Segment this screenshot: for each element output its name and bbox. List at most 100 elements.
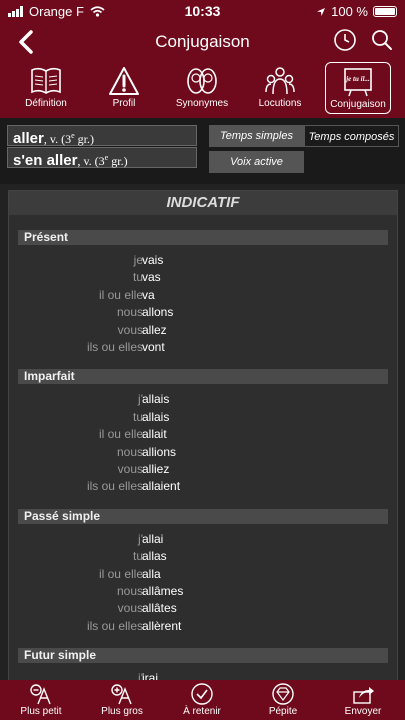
verb-info: , v. (3e gr.) [43, 131, 94, 146]
pronoun: nous [116, 584, 143, 598]
verb-form: vas [142, 270, 161, 285]
conjugation-row: tu vas [9, 269, 397, 286]
conjugation-row: il ou elle alla [9, 566, 397, 583]
tab-temps-simples[interactable]: Temps simples [209, 125, 304, 147]
blackboard-text: je tu il... [345, 75, 370, 83]
tab-label: Synonymes [175, 98, 229, 109]
pronoun: ils ou elles [86, 618, 143, 633]
verb-form: allions [142, 444, 177, 459]
pronoun: vous [117, 462, 143, 476]
check-circle-icon [191, 683, 213, 705]
pronoun: nous [116, 444, 143, 459]
bottom-toolbar: Plus petit Plus gros À retenir Pépite En… [0, 680, 405, 720]
pronoun: vous [117, 322, 143, 337]
conjugation-row: il ou elle va [9, 287, 397, 304]
twins-icon [187, 68, 217, 94]
tab-synonymes[interactable]: Synonymes [169, 62, 235, 114]
conjugation-row: ils ou elles vont [9, 339, 397, 356]
status-bar: Orange F 10:33 100 % [0, 0, 405, 22]
verb-form: allâtes [142, 601, 177, 616]
conjugation-row: j' allai [9, 531, 397, 548]
pronoun: il ou elle [98, 566, 143, 581]
voice-active-button[interactable]: Voix active [209, 151, 304, 173]
verb-form: irai [142, 671, 159, 680]
smaller-text-button[interactable]: Plus petit [1, 680, 81, 717]
verb-form: vont [142, 340, 165, 354]
toolbar-label: Pépite [268, 706, 298, 717]
conjugation-row: tu allas [9, 548, 397, 565]
tense-header: Passé simple [18, 508, 388, 524]
verb-entry[interactable]: aller, v. (3e gr.) [7, 125, 197, 147]
verb-form: vais [142, 253, 164, 267]
bigger-text-button[interactable]: Plus gros [82, 680, 162, 717]
verb-form: va [142, 287, 155, 302]
conjugation-row: il ou elle allait [9, 426, 397, 443]
verb-form: alliez [142, 462, 170, 476]
pronoun: ils ou elles [86, 479, 143, 494]
pronoun: vous [117, 601, 143, 616]
history-clock-icon[interactable] [333, 28, 357, 52]
title-bar: Conjugaison [0, 26, 405, 58]
toolbar-label: Envoyer [344, 706, 382, 717]
tab-profil[interactable]: Profil [91, 62, 157, 114]
verb-form: allèrent [142, 618, 182, 633]
battery-percent: 100 % [331, 4, 368, 19]
verb-form: allons [142, 305, 174, 320]
verb-form: alla [142, 566, 161, 581]
share-icon [353, 687, 374, 704]
tab-temps-composes[interactable]: Temps composés [304, 125, 399, 147]
verb-info: , v. (3e gr.) [77, 153, 128, 168]
group-icon [265, 67, 295, 95]
tab-label: Locutions [258, 98, 302, 109]
conjugation-row: tu allais [9, 409, 397, 426]
warning-icon [109, 67, 139, 95]
tab-locutions[interactable]: Locutions [247, 62, 313, 114]
verb-selector: aller, v. (3e gr.) s'en aller, v. (3e gr… [0, 118, 405, 184]
conjugation-panel: INDICATIF Présent je vais tu vas il ou elle va… [8, 190, 398, 680]
conjugation-row: ils ou elles allaient [9, 478, 397, 495]
conjugation-row: nous allâmes [9, 583, 397, 600]
tense-header: Imparfait [18, 369, 388, 385]
conjugation-row: ils ou elles allèrent [9, 618, 397, 635]
verb-form: allais [142, 409, 170, 424]
tense-header: Présent [18, 230, 388, 245]
conjugation-row: j' irai [9, 670, 397, 680]
mood-title: INDICATIF [9, 191, 397, 215]
toolbar-label: Plus gros [101, 706, 143, 717]
conjugation-row: je vais [9, 252, 397, 269]
verb-entry[interactable]: s'en aller, v. (3e gr.) [7, 147, 197, 169]
blackboard-icon: je tu il... [344, 68, 372, 97]
toolbar-label: Plus petit [20, 706, 62, 717]
diamond-icon [272, 683, 294, 705]
verb-form: allai [142, 531, 164, 546]
pronoun: ils ou elles [86, 340, 143, 354]
conjugation-content[interactable]: INDICATIF Présent je vais tu vas il ou elle va… [0, 184, 405, 680]
verb-form: allâmes [142, 584, 184, 598]
conjugation-row: vous alliez [9, 461, 397, 478]
text-bigger-icon [111, 684, 132, 705]
verb-form: allaient [142, 479, 181, 494]
search-icon[interactable] [371, 29, 393, 51]
location-icon [317, 7, 326, 16]
remember-button[interactable]: À retenir [162, 680, 242, 717]
tab-label: Conjugaison [330, 99, 386, 110]
pronoun: il ou elle [98, 287, 143, 302]
book-icon [31, 67, 61, 94]
conjugation-row: nous allions [9, 444, 397, 461]
text-smaller-icon [30, 684, 51, 705]
pronoun: nous [116, 305, 143, 320]
tab-label: Définition [25, 98, 67, 109]
pepite-button[interactable]: Pépite [243, 680, 323, 717]
tab-conjugaison[interactable]: je tu il... Conjugaison [325, 62, 391, 114]
app-header: Orange F 10:33 100 % Conjugaison Définit… [0, 0, 405, 118]
conjugation-row: j' allais [9, 391, 397, 408]
send-button[interactable]: Envoyer [323, 680, 403, 717]
pronoun: il ou elle [98, 427, 143, 442]
toolbar-label: À retenir [183, 706, 221, 717]
tab-label: Profil [112, 98, 136, 109]
battery-icon [373, 6, 397, 17]
tab-definition[interactable]: Définition [13, 62, 79, 114]
conjugation-row: vous allâtes [9, 600, 397, 617]
verb-form: allez [142, 322, 167, 337]
verb-word: aller [13, 130, 44, 147]
